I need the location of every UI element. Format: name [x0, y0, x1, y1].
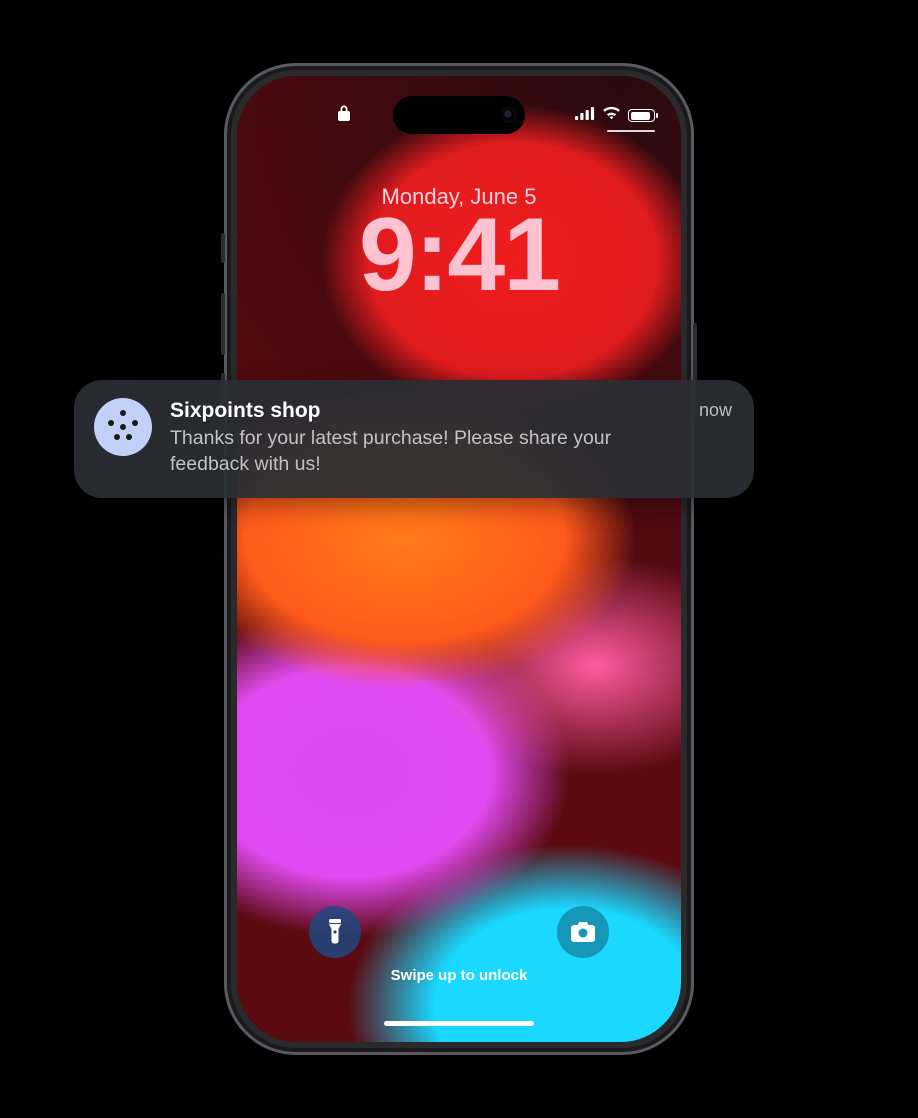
lock-icon — [337, 104, 351, 127]
lockscreen-time: 9:41 — [237, 196, 681, 315]
notification-message: Thanks for your latest purchase! Please … — [170, 425, 681, 478]
screen: Monday, June 5 9:41 Swipe up to unlock — [237, 76, 681, 1042]
notification-timestamp: now — [699, 400, 732, 421]
sixpoints-app-icon — [94, 398, 152, 456]
notification-app-name: Sixpoints shop — [170, 399, 681, 423]
notification-banner[interactable]: Sixpoints shop Thanks for your latest pu… — [74, 380, 754, 498]
flashlight-button[interactable] — [309, 906, 361, 958]
volume-up-button[interactable] — [221, 293, 225, 355]
battery-icon — [628, 109, 655, 122]
dynamic-island[interactable] — [393, 96, 525, 134]
cellular-signal-icon — [575, 107, 595, 125]
camera-button[interactable] — [557, 906, 609, 958]
phone-frame: Monday, June 5 9:41 Swipe up to unlock — [224, 63, 694, 1055]
swipe-up-hint: Swipe up to unlock — [237, 967, 681, 984]
home-indicator[interactable] — [384, 1021, 534, 1026]
wifi-icon — [602, 106, 621, 125]
front-camera-icon — [503, 109, 515, 121]
mute-switch[interactable] — [221, 233, 225, 263]
